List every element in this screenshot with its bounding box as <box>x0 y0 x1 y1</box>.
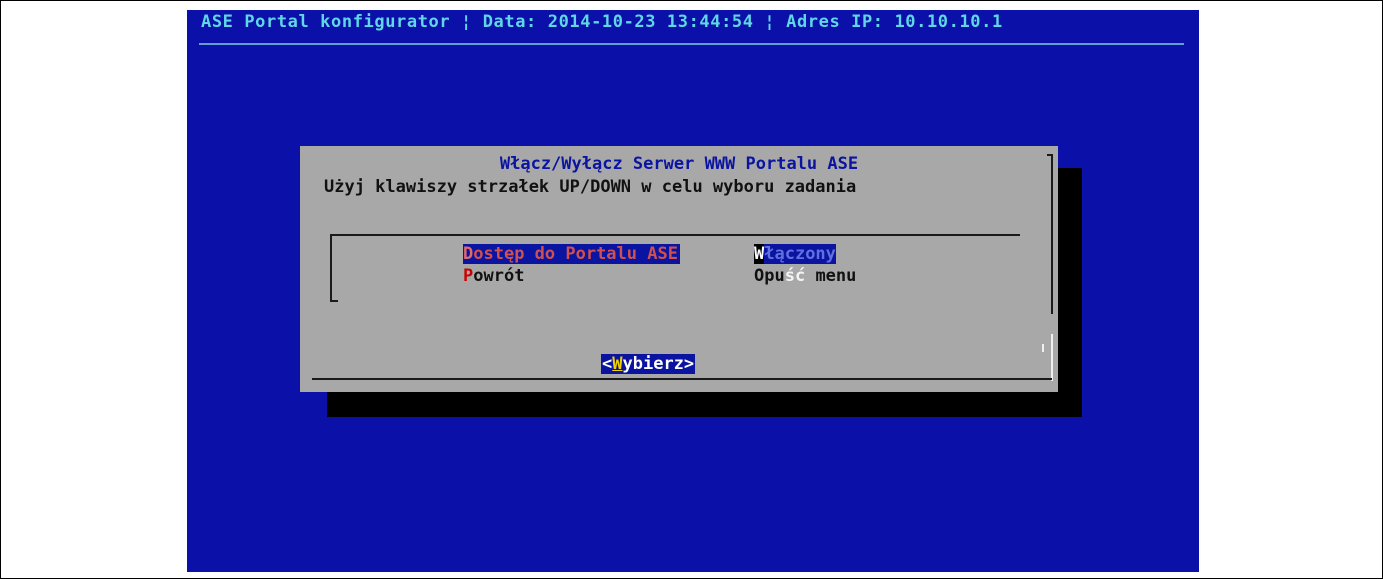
button-bracket: > <box>683 354 695 374</box>
terminal-screen: ASE Portal konfigurator ¦ Data: 2014-10-… <box>187 10 1199 572</box>
menu-item-portal-access[interactable]: Dostęp do Portalu ASE <box>463 244 680 264</box>
button-bracket: < <box>602 354 613 374</box>
menu-item-portal-access-value[interactable]: Włączony <box>754 244 836 264</box>
button-label: ybierz <box>622 354 684 374</box>
header-separator: ¦ <box>450 12 483 32</box>
dialog-instructions: Użyj klawiszy strzałek UP/DOWN w celu wy… <box>324 177 857 197</box>
menu-item-back[interactable]: Powrót <box>463 266 524 286</box>
header-title-bar: ASE Portal konfigurator ¦ Data: 2014-10-… <box>201 12 1003 32</box>
header-rule <box>199 43 1184 45</box>
ip-address-label: Adres IP: 10.10.10.1 <box>786 12 1003 32</box>
menu-item-hotkey: D <box>463 244 474 264</box>
button-hotkey: W <box>612 354 623 374</box>
menu-item-label: ostęp do Portalu ASE <box>473 244 678 264</box>
menu-box-left <box>330 236 332 301</box>
dialog-bottom-rule <box>312 378 1052 380</box>
menu-item-value: menu <box>805 266 857 286</box>
date-label: Data: 2014-10-23 13:44:54 <box>482 12 754 32</box>
menu-box-top <box>330 234 1020 236</box>
menu-item-hotkey: P <box>463 266 474 286</box>
menu-box-corner <box>330 300 338 302</box>
dialog-border <box>1051 154 1053 314</box>
menu-box-corner <box>1042 344 1044 352</box>
menu-item-value: łączony <box>764 244 836 264</box>
menu-item-value: ść <box>784 266 806 286</box>
dialog-border <box>1051 334 1053 381</box>
menu-item-label: owrót <box>473 266 525 286</box>
cursor-char: W <box>754 244 765 264</box>
menu-item-back-value[interactable]: Opuść menu <box>754 266 856 286</box>
app-name: ASE Portal konfigurator <box>201 12 451 32</box>
select-button[interactable]: <Wybierz> <box>601 354 696 374</box>
dialog-title: Włącz/Wyłącz Serwer WWW Portalu ASE <box>499 154 859 174</box>
menu-item-value: Opu <box>754 266 785 286</box>
header-separator: ¦ <box>753 12 787 32</box>
dialog-box: Włącz/Wyłącz Serwer WWW Portalu ASE Użyj… <box>300 146 1058 392</box>
